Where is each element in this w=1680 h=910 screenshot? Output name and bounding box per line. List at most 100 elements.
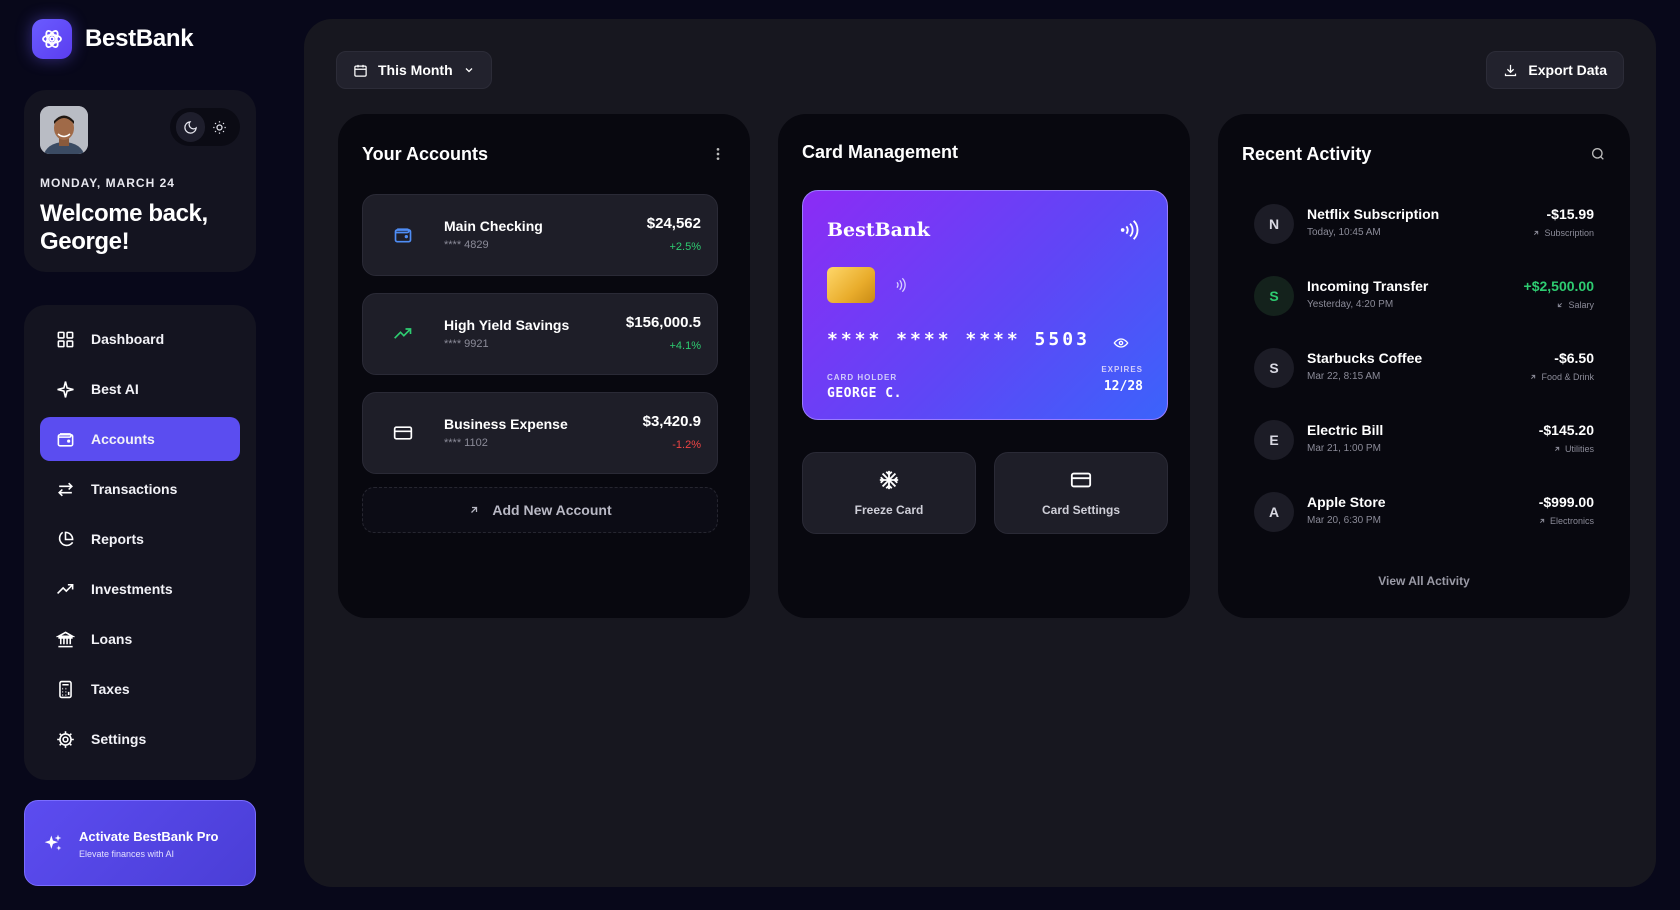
sidebar-item-taxes[interactable]: Taxes xyxy=(40,667,240,711)
arrow-up-right-icon xyxy=(468,504,480,516)
merchant-avatar: A xyxy=(1254,492,1294,532)
eye-icon xyxy=(1113,338,1129,348)
chevron-down-icon xyxy=(463,64,475,76)
more-options-button[interactable] xyxy=(710,146,726,162)
arrow-up-right-icon xyxy=(1554,446,1560,452)
brand-logo-icon xyxy=(32,19,72,59)
sidebar-item-transactions[interactable]: Transactions xyxy=(40,467,240,511)
activity-time: Today, 10:45 AM xyxy=(1307,227,1381,238)
sidebar-item-best-ai[interactable]: Best AI xyxy=(40,367,240,411)
dark-mode-button[interactable] xyxy=(176,112,205,142)
recent-activity-panel: Recent Activity N Netflix Subscription T… xyxy=(1218,114,1630,618)
sidebar-item-label: Investments xyxy=(91,581,173,597)
activity-row[interactable]: A Apple Store Mar 20, 6:30 PM -$999.00 E… xyxy=(1254,490,1594,536)
activity-amount: -$6.50 xyxy=(1554,350,1594,366)
account-row[interactable]: Main Checking **** 4829 $24,562 +2.5% xyxy=(362,194,718,276)
recent-activity-title: Recent Activity xyxy=(1242,144,1372,164)
account-balance: $156,000.5 xyxy=(625,314,701,331)
export-label: Export Data xyxy=(1528,62,1607,78)
arrow-up-right-icon xyxy=(1531,374,1536,380)
credit-card-icon xyxy=(393,423,413,443)
more-vertical-icon xyxy=(716,148,720,160)
account-balance: $3,420.9 xyxy=(642,413,701,430)
account-name: High Yield Savings xyxy=(444,317,570,333)
sidebar-item-label: Dashboard xyxy=(91,331,165,347)
export-data-button[interactable]: Export Data xyxy=(1486,51,1624,89)
period-selector[interactable]: This Month xyxy=(336,51,492,89)
sidebar-item-label: Settings xyxy=(91,731,147,747)
sidebar-item-dashboard[interactable]: Dashboard xyxy=(40,317,240,361)
activate-pro-banner[interactable]: Activate BestBank Pro Elevate finances w… xyxy=(24,800,256,886)
category-label: Electronics xyxy=(1549,516,1594,526)
promo-subtitle: Elevate finances with AI xyxy=(79,848,175,859)
view-all-activity-link[interactable]: View All Activity xyxy=(1218,574,1630,588)
merchant-avatar: S xyxy=(1254,276,1294,316)
sidebar-item-investments[interactable]: Investments xyxy=(40,567,240,611)
category-label: Subscription xyxy=(1544,228,1594,238)
account-row[interactable]: High Yield Savings **** 9921 $156,000.5 … xyxy=(362,293,718,375)
brand[interactable]: BestBank xyxy=(32,19,194,59)
account-row[interactable]: Business Expense **** 1102 $3,420.9 -1.2… xyxy=(362,392,718,474)
sidebar-item-label: Accounts xyxy=(91,431,155,447)
activity-amount: -$999.00 xyxy=(1538,494,1594,510)
avatar[interactable] xyxy=(40,106,88,154)
account-balance: $24,562 xyxy=(646,215,701,232)
sidebar-item-reports[interactable]: Reports xyxy=(40,517,240,561)
freeze-card-button[interactable]: Freeze Card xyxy=(802,452,976,534)
sidebar-nav: Dashboard Best AI Accounts Transactions … xyxy=(24,305,256,780)
arrow-up-right-icon xyxy=(1534,230,1539,236)
trending-up-icon xyxy=(393,324,413,344)
category-label: Salary xyxy=(1568,300,1594,310)
show-number-toggle[interactable] xyxy=(1113,335,1129,351)
card-settings-label: Card Settings xyxy=(1041,503,1120,517)
activity-row[interactable]: S Incoming Transfer Yesterday, 4:20 PM +… xyxy=(1254,274,1594,320)
sidebar-item-accounts[interactable]: Accounts xyxy=(40,417,240,461)
activity-amount: -$145.20 xyxy=(1538,422,1594,438)
activity-name: Incoming Transfer xyxy=(1307,278,1429,294)
sidebar-item-loans[interactable]: Loans xyxy=(40,617,240,661)
trending-up-icon xyxy=(55,579,75,599)
category-label: Utilities xyxy=(1564,444,1594,454)
current-date: MONDAY, MARCH 24 xyxy=(40,176,175,190)
merchant-avatar: N xyxy=(1254,204,1294,244)
card-expiry: 12/28 xyxy=(1103,379,1143,394)
theme-toggle[interactable] xyxy=(170,108,240,146)
activity-row[interactable]: N Netflix Subscription Today, 10:45 AM -… xyxy=(1254,202,1594,248)
profile-card: MONDAY, MARCH 24 Welcome back, George! xyxy=(24,90,256,272)
light-mode-button[interactable] xyxy=(205,112,234,142)
accounts-title: Your Accounts xyxy=(362,144,489,164)
card-number: **** **** **** 5503 xyxy=(827,329,1090,350)
account-name: Main Checking xyxy=(444,218,543,234)
account-name: Business Expense xyxy=(444,416,568,432)
activity-row[interactable]: S Starbucks Coffee Mar 22, 8:15 AM -$6.5… xyxy=(1254,346,1594,392)
search-activity-button[interactable] xyxy=(1590,146,1606,162)
calendar-icon xyxy=(353,63,368,78)
activity-name: Apple Store xyxy=(1307,494,1386,510)
card-management-panel: Card Management BestBank **** **** **** … xyxy=(778,114,1190,618)
category-label: Food & Drink xyxy=(1541,372,1594,382)
sun-icon xyxy=(213,120,226,134)
calculator-icon xyxy=(55,679,75,699)
add-new-account-button[interactable]: Add New Account xyxy=(362,487,718,533)
sidebar-item-label: Best AI xyxy=(91,381,139,397)
download-icon xyxy=(1503,63,1518,78)
merchant-avatar: S xyxy=(1254,348,1294,388)
credit-card-icon xyxy=(1069,469,1093,491)
main-panel: This Month Export Data Your Accounts Mai… xyxy=(304,19,1656,887)
activity-category: Salary xyxy=(1556,300,1594,310)
sidebar-item-settings[interactable]: Settings xyxy=(40,717,240,761)
sidebar-item-label: Taxes xyxy=(91,681,130,697)
pie-chart-icon xyxy=(55,529,75,549)
nfc-icon xyxy=(893,277,909,293)
merchant-avatar: E xyxy=(1254,420,1294,460)
credit-card[interactable]: BestBank **** **** **** 5503 CARD HOLDER… xyxy=(802,190,1168,420)
activity-time: Mar 22, 8:15 AM xyxy=(1307,371,1381,382)
account-number: **** 4829 xyxy=(444,239,489,251)
period-label: This Month xyxy=(378,62,453,78)
dashboard-icon xyxy=(55,329,75,349)
card-settings-button[interactable]: Card Settings xyxy=(994,452,1168,534)
activity-amount: -$15.99 xyxy=(1546,206,1594,222)
account-number: **** 1102 xyxy=(444,437,488,449)
wallet-icon xyxy=(393,225,413,245)
activity-row[interactable]: E Electric Bill Mar 21, 1:00 PM -$145.20… xyxy=(1254,418,1594,464)
